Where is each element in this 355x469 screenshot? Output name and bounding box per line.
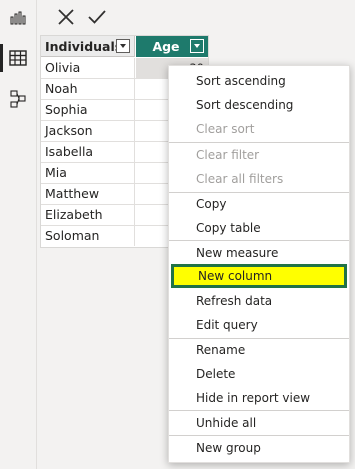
table-view-button[interactable] xyxy=(0,43,36,73)
commit-icon xyxy=(88,10,106,24)
column-context-menu: Sort ascending Sort descending Clear sor… xyxy=(168,65,350,463)
cell-individual[interactable]: Soloman xyxy=(41,226,135,246)
column-header-age[interactable]: Age xyxy=(136,36,208,57)
model-view-button[interactable] xyxy=(0,84,36,114)
cell-individual[interactable]: Elizabeth xyxy=(41,205,135,225)
view-rail xyxy=(0,0,37,469)
cell-individual[interactable]: Isabella xyxy=(41,142,135,162)
menu-item-clear-sort[interactable]: Clear sort xyxy=(169,117,349,141)
cell-individual[interactable]: Noah xyxy=(41,79,135,99)
column-header-label: Individuals xyxy=(45,39,123,54)
menu-item-clear-all-filters[interactable]: Clear all filters xyxy=(169,167,349,191)
menu-item-refresh-data[interactable]: Refresh data xyxy=(169,289,349,313)
menu-item-new-measure[interactable]: New measure xyxy=(169,241,349,265)
column-header-individuals[interactable]: Individuals xyxy=(41,36,135,57)
cell-individual[interactable]: Olivia xyxy=(41,58,135,78)
filter-dropdown-icon[interactable] xyxy=(190,39,204,53)
commit-formula-button[interactable] xyxy=(84,5,110,29)
table-view-icon xyxy=(9,50,27,66)
cell-individual[interactable]: Matthew xyxy=(41,184,135,204)
model-view-icon xyxy=(10,90,26,108)
menu-item-hide-in-report-view[interactable]: Hide in report view xyxy=(169,386,349,410)
menu-item-clear-filter[interactable]: Clear filter xyxy=(169,143,349,167)
menu-item-delete[interactable]: Delete xyxy=(169,362,349,386)
report-view-icon xyxy=(10,11,26,25)
formula-bar[interactable] xyxy=(124,6,355,28)
cancel-icon xyxy=(58,9,74,25)
menu-item-copy[interactable]: Copy xyxy=(169,192,349,216)
report-view-button[interactable] xyxy=(0,3,36,33)
menu-item-new-group[interactable]: New group xyxy=(169,436,349,460)
menu-item-rename[interactable]: Rename xyxy=(169,338,349,362)
cancel-formula-button[interactable] xyxy=(53,5,79,29)
menu-item-copy-table[interactable]: Copy table xyxy=(169,216,349,240)
column-header-label: Age xyxy=(152,39,180,54)
cell-individual[interactable]: Jackson xyxy=(41,121,135,141)
menu-item-new-column[interactable]: New column xyxy=(171,264,347,288)
cell-individual[interactable]: Mia xyxy=(41,163,135,183)
menu-item-edit-query[interactable]: Edit query xyxy=(169,313,349,337)
menu-item-unhide-all[interactable]: Unhide all xyxy=(169,411,349,435)
menu-item-sort-descending[interactable]: Sort descending xyxy=(169,93,349,117)
filter-dropdown-icon[interactable] xyxy=(116,39,130,53)
cell-individual[interactable]: Sophia xyxy=(41,100,135,120)
menu-item-sort-ascending[interactable]: Sort ascending xyxy=(169,69,349,93)
